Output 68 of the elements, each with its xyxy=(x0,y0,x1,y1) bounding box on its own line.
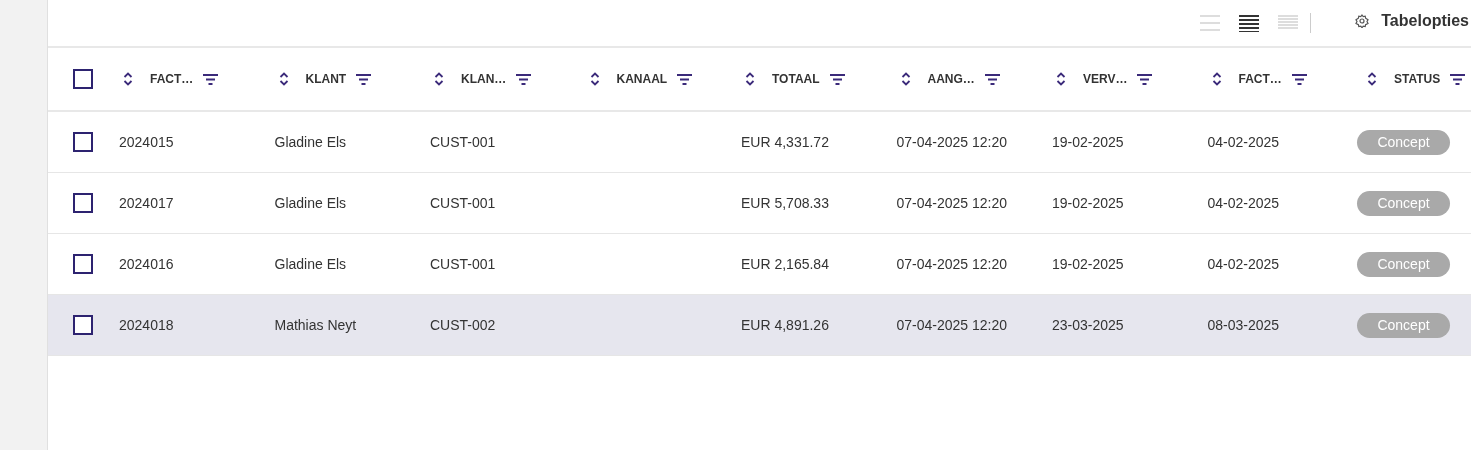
table-cell: 07-04-2025 12:20 xyxy=(896,317,1008,333)
table-cell: 2024015 xyxy=(119,134,174,150)
table-cell: Gladine Els xyxy=(274,256,347,272)
table-cell: CUST-001 xyxy=(430,134,496,150)
column-header[interactable]: KLAN… xyxy=(461,70,507,88)
filter-icon[interactable] xyxy=(1137,73,1153,85)
sort-icon[interactable] xyxy=(123,72,133,86)
table-cell: 19-02-2025 xyxy=(1052,195,1124,211)
table-cell: 07-04-2025 12:20 xyxy=(896,134,1008,150)
table-cell: Gladine Els xyxy=(274,195,347,211)
sort-icon[interactable] xyxy=(1056,72,1066,86)
table-cell: Mathias Neyt xyxy=(274,317,357,333)
table-cell: EUR 4,331.72 xyxy=(741,134,829,150)
table-row[interactable]: 2024018 Mathias Neyt CUST-002 EUR 4,891.26 07-04-2025 12:20 23-03-2025 08-03-2025 Concept xyxy=(48,295,1471,356)
table-cell: 04-02-2025 xyxy=(1207,195,1280,211)
sort-icon[interactable] xyxy=(1367,72,1377,86)
table-cell: 08-03-2025 xyxy=(1207,317,1280,333)
filter-icon[interactable] xyxy=(677,73,693,85)
gear-icon xyxy=(1355,14,1370,28)
table-cell: 19-02-2025 xyxy=(1052,134,1124,150)
sort-icon[interactable] xyxy=(900,72,911,86)
filter-icon[interactable] xyxy=(984,73,1000,85)
status-badge: Concept xyxy=(1357,312,1450,338)
table-cell: 2024016 xyxy=(119,256,174,272)
table-cell: Gladine Els xyxy=(274,134,347,150)
column-header[interactable]: VERV… xyxy=(1083,70,1128,88)
checkbox[interactable] xyxy=(73,254,93,274)
table-cell: CUST-001 xyxy=(430,256,496,272)
column-header[interactable]: KANAAL xyxy=(616,70,668,88)
table-cell: 07-04-2025 12:20 xyxy=(896,256,1008,272)
status-badge: Concept xyxy=(1357,190,1450,216)
table-cell: 2024017 xyxy=(119,195,174,211)
table-options-button[interactable]: Tabelopties xyxy=(1355,9,1469,37)
table-cell: EUR 2,165.84 xyxy=(741,256,829,272)
filter-icon[interactable] xyxy=(1291,73,1307,85)
filter-icon[interactable] xyxy=(516,73,532,85)
checkbox[interactable] xyxy=(73,315,93,335)
checkbox[interactable] xyxy=(73,193,93,213)
table-cell: 23-03-2025 xyxy=(1052,317,1124,333)
sort-icon[interactable] xyxy=(434,72,444,86)
table-cell: 07-04-2025 12:20 xyxy=(896,195,1008,211)
sort-icon[interactable] xyxy=(589,72,600,86)
filter-icon[interactable] xyxy=(203,73,219,85)
sort-icon[interactable] xyxy=(278,72,289,86)
column-header[interactable]: KLANT xyxy=(305,70,347,88)
table-cell: 04-02-2025 xyxy=(1207,256,1280,272)
column-header[interactable]: TOTAAL xyxy=(772,70,820,88)
column-header[interactable]: STATUS xyxy=(1394,70,1441,88)
column-header[interactable]: FACT… xyxy=(150,70,194,88)
status-badge: Concept xyxy=(1357,129,1450,155)
column-header[interactable]: FACT… xyxy=(1238,70,1282,88)
table-cell: 04-02-2025 xyxy=(1207,134,1280,150)
table-cell: 19-02-2025 xyxy=(1052,256,1124,272)
filter-icon[interactable] xyxy=(1450,73,1466,85)
filter-icon[interactable] xyxy=(356,73,372,85)
table-cell: EUR 4,891.26 xyxy=(741,317,829,333)
density-lines-icon[interactable] xyxy=(1239,14,1260,32)
table-cell: CUST-001 xyxy=(430,195,496,211)
filter-icon[interactable] xyxy=(829,73,845,85)
sort-icon[interactable] xyxy=(745,72,755,86)
table-cell: EUR 5,708.33 xyxy=(741,195,829,211)
checkbox[interactable] xyxy=(73,69,93,89)
sort-icon[interactable] xyxy=(1211,72,1222,86)
status-badge: Concept xyxy=(1357,251,1450,277)
table-cell: 2024018 xyxy=(119,317,174,333)
checkbox[interactable] xyxy=(73,132,93,152)
column-header[interactable]: AANG… xyxy=(927,70,975,88)
table-cell: CUST-002 xyxy=(430,317,496,333)
